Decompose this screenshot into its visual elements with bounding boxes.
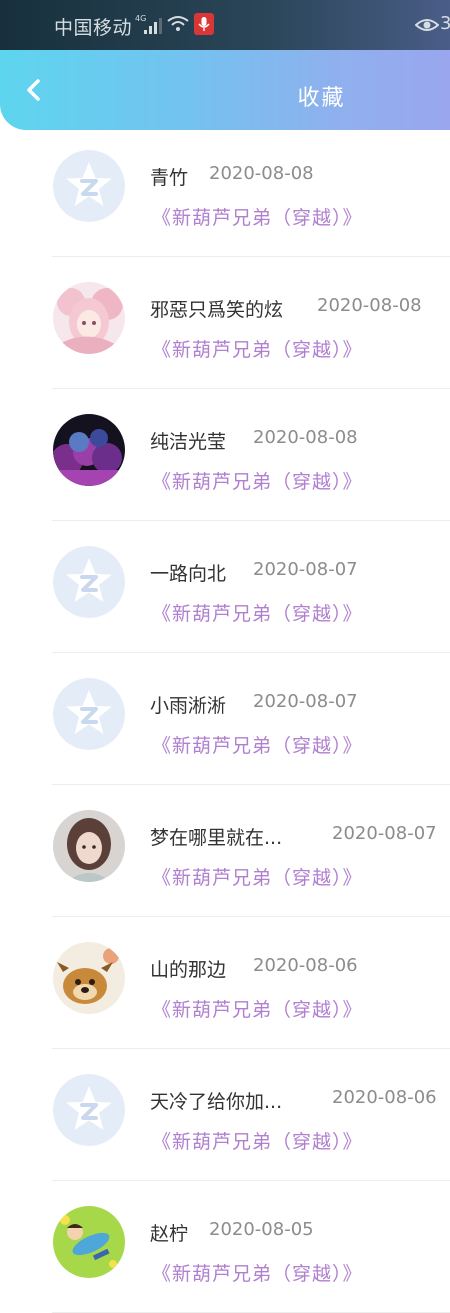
list-item[interactable]: 小雨淅淅 2020-08-07 《新葫芦兄弟（穿越）》 [0,653,450,785]
page-title: 收藏 [297,86,346,111]
list-item[interactable]: 山的那边 2020-08-06 《新葫芦兄弟（穿越）》 [0,917,450,1049]
cartoon-dog-avatar [53,942,125,1014]
favorite-date: 2020-08-07 [253,559,358,580]
comic-title-link[interactable]: 《新葫芦兄弟（穿越）》 [152,995,363,1022]
network-type-label: 4G [135,14,146,23]
list-item[interactable]: 一路向北 2020-08-07 《新葫芦兄弟（穿越）》 [0,521,450,653]
favorite-date: 2020-08-06 [253,955,358,976]
carrier-label: 中国移动 [54,17,133,39]
user-name: 青竹 [150,167,189,189]
comic-title-link[interactable]: 《新葫芦兄弟（穿越）》 [152,863,363,890]
microphone-icon [194,13,214,35]
comic-title-link[interactable]: 《新葫芦兄弟（穿越）》 [152,599,363,626]
purple-cloud-avatar [53,414,125,486]
user-name: 梦在哪里就在... [150,827,283,849]
wifi-icon [167,16,189,31]
list-item[interactable]: 天冷了给你加... 2020-08-06 《新葫芦兄弟（穿越）》 [0,1049,450,1181]
favorite-date: 2020-08-08 [253,427,358,448]
comic-title-link[interactable]: 《新葫芦兄弟（穿越）》 [152,1259,363,1286]
battery-level-label: 3 [440,13,450,34]
user-name: 赵柠 [150,1223,189,1245]
favorite-date: 2020-08-08 [209,163,314,184]
signal-icon: 4G [135,14,162,34]
default-avatar [53,546,125,618]
comic-title-link[interactable]: 《新葫芦兄弟（穿越）》 [152,1127,363,1154]
eye-comfort-icon [415,19,439,31]
default-avatar [53,678,125,750]
user-name: 一路向北 [150,563,227,585]
favorite-date: 2020-08-05 [209,1219,314,1240]
favorite-date: 2020-08-06 [332,1087,437,1108]
favorites-list: 青竹 2020-08-08 《新葫芦兄弟（穿越）》 邪惡只爲笑的炫 2020-0… [0,150,450,1313]
default-avatar [53,150,125,222]
cartoon-boy-grass-avatar [53,1206,125,1278]
comic-title-link[interactable]: 《新葫芦兄弟（穿越）》 [152,203,363,230]
user-name: 纯洁光莹 [150,431,227,453]
list-item[interactable]: 赵柠 2020-08-05 《新葫芦兄弟（穿越）》 [0,1181,450,1313]
favorite-date: 2020-08-07 [253,691,358,712]
pink-anime-girl-avatar [53,282,125,354]
user-name: 山的那边 [150,959,227,981]
list-item[interactable]: 纯洁光莹 2020-08-08 《新葫芦兄弟（穿越）》 [0,389,450,521]
favorite-date: 2020-08-07 [332,823,437,844]
user-name: 天冷了给你加... [150,1091,283,1113]
girl-portrait-avatar [53,810,125,882]
status-bar: 中国移动 4G 3 [0,0,450,50]
header-bar: 收藏 [0,50,450,130]
list-item[interactable]: 邪惡只爲笑的炫 2020-08-08 《新葫芦兄弟（穿越）》 [0,257,450,389]
user-name: 小雨淅淅 [150,695,227,717]
user-name: 邪惡只爲笑的炫 [150,299,284,321]
favorite-date: 2020-08-08 [317,295,422,316]
comic-title-link[interactable]: 《新葫芦兄弟（穿越）》 [152,335,363,362]
comic-title-link[interactable]: 《新葫芦兄弟（穿越）》 [152,467,363,494]
default-avatar [53,1074,125,1146]
list-item[interactable]: 青竹 2020-08-08 《新葫芦兄弟（穿越）》 [0,125,450,257]
list-item[interactable]: 梦在哪里就在... 2020-08-07 《新葫芦兄弟（穿越）》 [0,785,450,917]
comic-title-link[interactable]: 《新葫芦兄弟（穿越）》 [152,731,363,758]
